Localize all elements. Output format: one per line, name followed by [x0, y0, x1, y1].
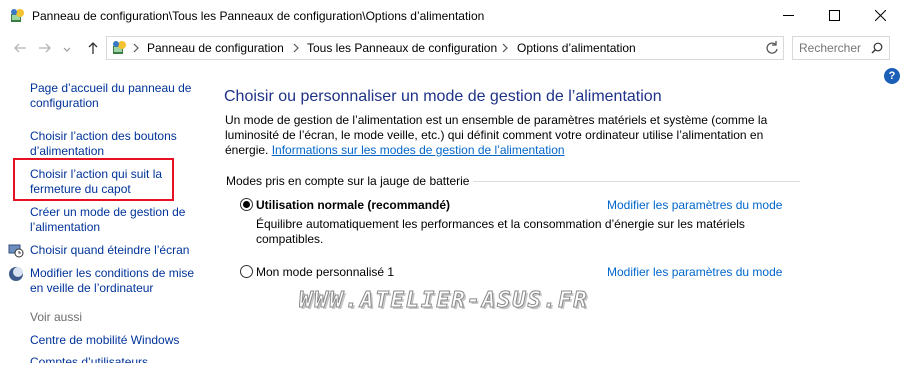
breadcrumb-power-options[interactable]: Options d’alimentation [517, 41, 636, 55]
recent-locations-button[interactable] [62, 42, 72, 58]
sidebar-item-mobility-center[interactable]: Centre de mobilité Windows [30, 333, 200, 348]
plan-custom-settings-link[interactable]: Modifier les paramètres du mode [607, 265, 782, 279]
sidebar-item-sleep-settings[interactable]: Modifier les conditions de mise en veill… [30, 266, 200, 296]
chevron-right-icon[interactable] [131, 42, 141, 54]
sidebar-item-control-panel-home[interactable]: Page d’accueil du panneau de configurati… [30, 81, 200, 111]
address-bar[interactable]: Panneau de configuration Tous les Pannea… [106, 36, 860, 60]
sidebar-item-display-off[interactable]: Choisir quand éteindre l’écran [30, 243, 200, 258]
breadcrumb-all-panels[interactable]: Tous les Panneaux de configuration [307, 41, 497, 55]
title-bar: Panneau de configuration\Tous les Pannea… [0, 0, 903, 32]
plan-balanced-settings-link[interactable]: Modifier les paramètres du mode [607, 198, 782, 212]
plan-balanced-radio[interactable] [240, 198, 253, 211]
power-plans-info-link[interactable]: Informations sur les modes de gestion de… [272, 143, 565, 157]
plan-custom-label[interactable]: Mon mode personnalisé 1 [256, 265, 394, 279]
see-also-heading: Voir aussi [30, 310, 83, 324]
search-icon[interactable] [871, 42, 883, 54]
plan-balanced-description: Équilibre automatiquement les performanc… [256, 217, 745, 246]
up-button[interactable] [85, 40, 101, 56]
breadcrumb-control-panel[interactable]: Panneau de configuration [147, 41, 284, 55]
maximize-icon [828, 9, 840, 21]
sidebar-item-create-plan[interactable]: Créer un mode de gestion de l’alimentati… [30, 205, 200, 235]
watermark: WWW.ATELIER-ASUS.FR [299, 288, 589, 314]
chevron-right-icon[interactable] [291, 42, 301, 54]
control-panel-icon [11, 9, 24, 22]
plan-custom-radio[interactable] [240, 265, 253, 278]
arrow-up-icon [88, 42, 98, 54]
page-description: Un mode de gestion de l’alimentation est… [225, 113, 785, 158]
close-button[interactable] [857, 0, 903, 30]
sidebar-item-user-accounts[interactable]: Comptes d’utilisateurs [30, 355, 200, 363]
chevron-down-icon [63, 47, 71, 52]
battery-meter-group-title: Modes pris en compte sur la jauge de bat… [226, 174, 474, 188]
maximize-button[interactable] [811, 0, 857, 30]
control-panel-icon [113, 41, 126, 54]
sidebar-item-power-buttons[interactable]: Choisir l’action des boutons d’alimentat… [30, 129, 200, 159]
search-box[interactable] [792, 36, 890, 60]
refresh-icon[interactable] [763, 39, 781, 57]
chevron-right-icon[interactable] [500, 42, 510, 54]
window-title: Panneau de configuration\Tous les Pannea… [32, 9, 485, 23]
monitor-clock-icon [8, 244, 24, 258]
highlight-box [13, 158, 174, 201]
close-icon [874, 9, 886, 21]
back-button[interactable] [12, 40, 28, 56]
minimize-button[interactable] [765, 0, 811, 30]
search-input[interactable] [799, 40, 869, 56]
arrow-right-icon [39, 43, 51, 53]
minimize-icon [782, 14, 794, 16]
help-icon[interactable]: ? [884, 68, 900, 84]
page-title: Choisir ou personnaliser un mode de gest… [224, 88, 662, 105]
plan-balanced-label[interactable]: Utilisation normale (recommandé) [256, 198, 450, 212]
moon-icon [9, 267, 23, 281]
forward-button[interactable] [37, 40, 53, 56]
arrow-left-icon [14, 43, 26, 53]
